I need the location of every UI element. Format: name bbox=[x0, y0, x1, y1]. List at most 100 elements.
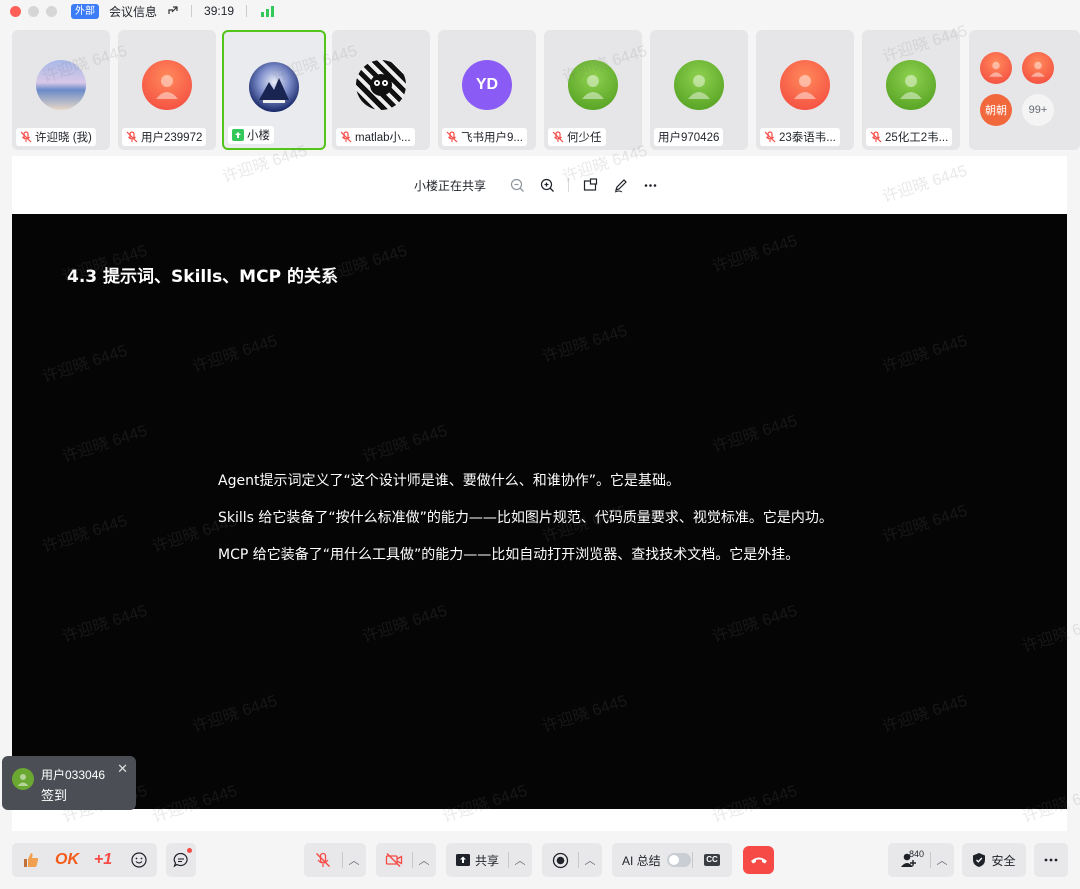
participant-name: 23泰语韦... bbox=[779, 132, 836, 144]
avatar bbox=[12, 768, 34, 790]
participant-tile[interactable]: 何少任 bbox=[544, 30, 642, 150]
participants-count: 840 bbox=[909, 849, 925, 859]
close-window-button[interactable] bbox=[10, 5, 21, 17]
ai-summary-label: AI 总结 bbox=[622, 853, 661, 868]
share-screen-button[interactable]: 共享 bbox=[446, 843, 508, 877]
avatar bbox=[249, 62, 299, 112]
participant-name: matlab小... bbox=[355, 132, 411, 144]
share-link-icon[interactable] bbox=[167, 4, 179, 19]
more-participants-tile[interactable]: 朝朝 99+ bbox=[969, 30, 1080, 150]
person-icon bbox=[794, 75, 816, 99]
mic-muted-icon[interactable] bbox=[304, 843, 342, 877]
participant-tile[interactable]: 许迎晓 (我) bbox=[12, 30, 110, 150]
more-icon[interactable] bbox=[635, 173, 665, 197]
share-screen-icon bbox=[455, 854, 470, 866]
zoom-window-button[interactable] bbox=[46, 5, 57, 17]
slide-body: Agent提示词定义了“这个设计师是谁、要做什么、和谁协作”。它是基础。 Ski… bbox=[218, 472, 833, 583]
more-count: 99+ bbox=[1028, 104, 1048, 116]
security-button[interactable]: 安全 bbox=[962, 843, 1026, 877]
camera-off-icon[interactable] bbox=[376, 843, 412, 877]
checkin-notification[interactable]: 用户033046 签到 ✕ bbox=[2, 756, 136, 810]
record-group: ︿ bbox=[542, 843, 602, 877]
chat-icon[interactable] bbox=[166, 843, 196, 877]
zoom-out-icon[interactable] bbox=[502, 173, 532, 197]
emoji-icon[interactable] bbox=[122, 843, 155, 877]
avatar bbox=[142, 60, 192, 110]
avatar bbox=[356, 60, 406, 110]
participant-nameplate: 许迎晓 (我) bbox=[16, 128, 96, 146]
thumbs-up-icon[interactable] bbox=[12, 843, 50, 877]
chat-group bbox=[166, 843, 196, 877]
participant-tile[interactable]: 25化工2韦... bbox=[862, 30, 960, 150]
participant-tile-active-speaker[interactable]: 小楼 bbox=[222, 30, 326, 150]
ai-summary-group: AI 总结 CC bbox=[612, 843, 732, 877]
mic-muted-icon bbox=[340, 131, 352, 143]
participant-name: 飞书用户9... bbox=[461, 132, 523, 144]
slide-line: Agent提示词定义了“这个设计师是谁、要做什么、和谁协作”。它是基础。 bbox=[218, 473, 680, 489]
participant-tile[interactable]: 用户239972 bbox=[118, 30, 216, 150]
record-icon[interactable] bbox=[542, 843, 578, 877]
person-icon bbox=[17, 774, 29, 786]
security-group: 安全 bbox=[962, 843, 1026, 877]
zoom-in-icon[interactable] bbox=[532, 173, 562, 197]
signal-bars-icon[interactable] bbox=[261, 5, 275, 17]
annotate-icon[interactable] bbox=[605, 173, 635, 197]
participant-name: 许迎晓 (我) bbox=[35, 132, 92, 144]
more-icon[interactable] bbox=[1034, 843, 1068, 877]
avatar bbox=[674, 60, 724, 110]
avatar bbox=[1022, 52, 1054, 84]
mic-muted-icon bbox=[126, 131, 138, 143]
meeting-toolbar: OK +1 ︿ ︿ 共享 ︿ ︿ AI 总结 CC ︿ 安全 bbox=[0, 838, 1080, 882]
person-icon bbox=[688, 75, 710, 99]
share-label: 共享 bbox=[474, 853, 499, 868]
participant-name: 用户239972 bbox=[141, 132, 203, 144]
avatar bbox=[886, 60, 936, 110]
mic-muted-icon bbox=[870, 131, 882, 143]
participant-nameplate: 小楼 bbox=[228, 126, 274, 144]
more-count-badge[interactable]: 99+ bbox=[1022, 94, 1054, 126]
plus-one-reaction[interactable]: +1 bbox=[84, 843, 122, 877]
chevron-up-icon[interactable]: ︿ bbox=[509, 843, 531, 877]
slide-line: Skills 给它装备了“按什么标准做”的能力——比如图片规范、代码质量要求、视… bbox=[218, 510, 833, 526]
chevron-up-icon[interactable]: ︿ bbox=[931, 843, 953, 877]
participant-tile[interactable]: YD 飞书用户9... bbox=[438, 30, 536, 150]
cartoon-face-icon bbox=[370, 74, 392, 96]
more-group bbox=[1034, 843, 1068, 877]
participant-tile[interactable]: 23泰语韦... bbox=[756, 30, 854, 150]
participant-name: 用户970426 bbox=[658, 132, 720, 144]
checkin-user: 用户033046 bbox=[41, 768, 106, 782]
unread-dot bbox=[187, 848, 192, 853]
participant-nameplate: 何少任 bbox=[548, 128, 606, 146]
minimize-window-button[interactable] bbox=[28, 5, 39, 17]
participant-tile[interactable]: 用户970426 bbox=[650, 30, 748, 150]
slide-title: 4.3 提示词、Skills、MCP 的关系 bbox=[67, 267, 338, 287]
shared-screen[interactable]: 4.3 提示词、Skills、MCP 的关系 Agent提示词定义了“这个设计师… bbox=[12, 214, 1067, 809]
pip-icon[interactable] bbox=[575, 173, 605, 197]
reactions-group: OK +1 bbox=[12, 843, 157, 877]
avatar bbox=[36, 60, 86, 110]
mountain-photo-icon bbox=[259, 78, 289, 103]
chevron-up-icon[interactable]: ︿ bbox=[579, 843, 601, 877]
screen-share-icon bbox=[232, 129, 244, 141]
person-icon bbox=[1031, 61, 1045, 77]
meeting-info-button[interactable]: 会议信息 bbox=[109, 3, 157, 20]
participant-tile[interactable]: matlab小... bbox=[332, 30, 430, 150]
participant-name: 何少任 bbox=[567, 132, 602, 144]
avatar: 朝朝 bbox=[980, 94, 1012, 126]
sharing-status: 小楼正在共享 bbox=[413, 178, 486, 193]
toggle-switch[interactable] bbox=[666, 853, 691, 867]
chevron-up-icon[interactable]: ︿ bbox=[413, 843, 435, 877]
end-call-button[interactable] bbox=[743, 846, 774, 874]
participant-name: 小楼 bbox=[247, 130, 270, 142]
captions-button[interactable]: CC bbox=[693, 843, 731, 877]
ai-summary-toggle[interactable]: AI 总结 bbox=[612, 843, 692, 877]
ok-reaction[interactable]: OK bbox=[50, 843, 84, 877]
close-icon[interactable]: ✕ bbox=[117, 761, 128, 777]
chevron-up-icon[interactable]: ︿ bbox=[343, 843, 365, 877]
participant-nameplate: matlab小... bbox=[336, 128, 415, 146]
participant-nameplate: 用户239972 bbox=[122, 128, 207, 146]
mic-muted-icon bbox=[446, 131, 458, 143]
camera-group: ︿ bbox=[376, 843, 436, 877]
divider bbox=[191, 5, 193, 17]
avatar bbox=[568, 60, 618, 110]
